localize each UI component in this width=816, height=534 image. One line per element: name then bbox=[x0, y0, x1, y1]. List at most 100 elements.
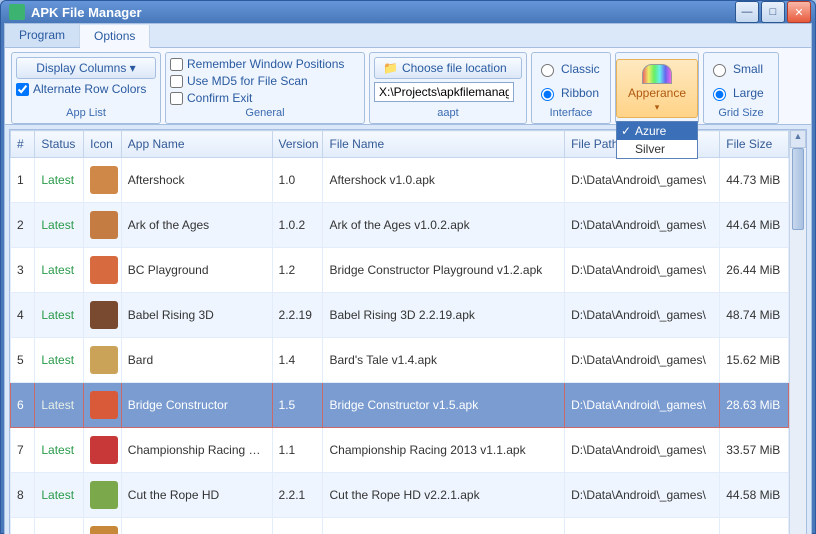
scroll-up-button[interactable]: ▲ bbox=[790, 130, 806, 148]
app-icon bbox=[90, 346, 118, 374]
interface-ribbon-input[interactable] bbox=[541, 88, 554, 101]
scroll-thumb[interactable] bbox=[792, 148, 804, 230]
col-header-version[interactable]: Version bbox=[272, 131, 323, 158]
use-md5-input[interactable] bbox=[170, 75, 183, 88]
cell-appname: Ark of the Ages bbox=[121, 203, 272, 248]
appearance-dropdown: Azure Silver bbox=[616, 121, 698, 159]
cell-version: 2.2.1 bbox=[272, 473, 323, 518]
alternate-row-colors-checkbox[interactable]: Alternate Row Colors bbox=[16, 82, 156, 96]
cell-appname: Cut the Rope HD bbox=[121, 473, 272, 518]
cell-filename: Babel Rising 3D 2.2.19.apk bbox=[323, 293, 565, 338]
use-md5-label: Use MD5 for File Scan bbox=[187, 74, 308, 88]
app-icon bbox=[90, 256, 118, 284]
cell-status: Latest bbox=[35, 338, 84, 383]
table-row[interactable]: 8LatestCut the Rope HD2.2.1Cut the Rope … bbox=[11, 473, 789, 518]
cell-icon bbox=[84, 383, 122, 428]
vertical-scrollbar[interactable]: ▲ ▼ bbox=[789, 130, 806, 534]
cell-filesize: 44.73 MiB bbox=[720, 158, 789, 203]
aapt-path-input[interactable] bbox=[374, 82, 514, 102]
col-header-appname[interactable]: App Name bbox=[121, 131, 272, 158]
display-columns-label: Display Columns bbox=[36, 61, 126, 75]
cell-filepath: D:\Data\Android\_games\ bbox=[565, 473, 720, 518]
use-md5-checkbox[interactable]: Use MD5 for File Scan bbox=[170, 74, 360, 88]
minimize-button[interactable]: — bbox=[735, 1, 759, 23]
table-row[interactable]: 7LatestChampionship Racing 20131.1Champi… bbox=[11, 428, 789, 473]
appearance-button[interactable]: Apperance ▾ bbox=[616, 59, 698, 118]
cell-appname: Championship Racing 2013 bbox=[121, 428, 272, 473]
maximize-button[interactable]: □ bbox=[761, 1, 785, 23]
titlebar[interactable]: APK File Manager — □ ✕ bbox=[1, 1, 815, 23]
cell-version: 2.2.19 bbox=[272, 293, 323, 338]
app-icon bbox=[90, 391, 118, 419]
interface-ribbon-label: Ribbon bbox=[561, 86, 599, 100]
gridsize-small-radio[interactable]: Small bbox=[708, 61, 774, 77]
col-header-filename[interactable]: File Name bbox=[323, 131, 565, 158]
col-header-filesize[interactable]: File Size bbox=[720, 131, 789, 158]
group-label-applist: App List bbox=[16, 105, 156, 119]
confirm-exit-input[interactable] bbox=[170, 92, 183, 105]
cell-num: 1 bbox=[11, 158, 35, 203]
close-button[interactable]: ✕ bbox=[787, 1, 811, 23]
cell-num: 7 bbox=[11, 428, 35, 473]
gridsize-large-input[interactable] bbox=[713, 88, 726, 101]
cell-appname: BC Playground bbox=[121, 248, 272, 293]
interface-ribbon-radio[interactable]: Ribbon bbox=[536, 85, 606, 101]
table-row[interactable]: 6LatestBridge Constructor1.5Bridge Const… bbox=[11, 383, 789, 428]
cell-icon bbox=[84, 293, 122, 338]
table-row[interactable]: 9LatestDust Gold1.0.0Dust Offroad Racing… bbox=[11, 518, 789, 534]
cell-status: Latest bbox=[35, 203, 84, 248]
interface-classic-radio[interactable]: Classic bbox=[536, 61, 606, 77]
cell-version: 1.0.2 bbox=[272, 203, 323, 248]
table-row[interactable]: 2LatestArk of the Ages1.0.2Ark of the Ag… bbox=[11, 203, 789, 248]
gridsize-small-label: Small bbox=[733, 62, 763, 76]
table-row[interactable]: 4LatestBabel Rising 3D2.2.19Babel Rising… bbox=[11, 293, 789, 338]
cell-appname: Dust Gold bbox=[121, 518, 272, 534]
appearance-option-silver[interactable]: Silver bbox=[617, 140, 697, 158]
cell-status: Latest bbox=[35, 428, 84, 473]
cell-filename: Ark of the Ages v1.0.2.apk bbox=[323, 203, 565, 248]
cell-icon bbox=[84, 158, 122, 203]
gridsize-small-input[interactable] bbox=[713, 64, 726, 77]
cell-filepath: D:\Data\Android\_games\ bbox=[565, 158, 720, 203]
table-row[interactable]: 3LatestBC Playground1.2Bridge Constructo… bbox=[11, 248, 789, 293]
col-header-icon[interactable]: Icon bbox=[84, 131, 122, 158]
cell-icon bbox=[84, 248, 122, 293]
cell-version: 1.0 bbox=[272, 158, 323, 203]
ribbon-group-applist: Display Columns ▾ Alternate Row Colors A… bbox=[11, 52, 161, 124]
cell-num: 5 bbox=[11, 338, 35, 383]
remember-positions-input[interactable] bbox=[170, 58, 183, 71]
group-label-gridsize: Grid Size bbox=[708, 105, 774, 119]
cell-filepath: D:\Data\Android\_games\ bbox=[565, 293, 720, 338]
interface-classic-label: Classic bbox=[561, 62, 600, 76]
cell-version: 1.1 bbox=[272, 428, 323, 473]
cell-filename: Aftershock v1.0.apk bbox=[323, 158, 565, 203]
cell-filesize: 44.64 MiB bbox=[720, 203, 789, 248]
cell-filepath: D:\Data\Android\_games\ bbox=[565, 338, 720, 383]
col-header-status[interactable]: Status bbox=[35, 131, 84, 158]
interface-classic-input[interactable] bbox=[541, 64, 554, 77]
cell-num: 6 bbox=[11, 383, 35, 428]
palette-icon bbox=[642, 64, 672, 84]
gridsize-large-radio[interactable]: Large bbox=[708, 85, 774, 101]
choose-file-button[interactable]: 📁 Choose file location bbox=[374, 57, 522, 79]
tab-program[interactable]: Program bbox=[5, 24, 80, 47]
app-icon bbox=[90, 436, 118, 464]
cell-num: 9 bbox=[11, 518, 35, 534]
table-row[interactable]: 5LatestBard1.4Bard's Tale v1.4.apkD:\Dat… bbox=[11, 338, 789, 383]
cell-filename: Bridge Constructor v1.5.apk bbox=[323, 383, 565, 428]
col-header-num[interactable]: # bbox=[11, 131, 35, 158]
cell-num: 3 bbox=[11, 248, 35, 293]
alternate-row-colors-input[interactable] bbox=[16, 83, 29, 96]
cell-status: Latest bbox=[35, 473, 84, 518]
appearance-option-azure[interactable]: Azure bbox=[617, 122, 697, 140]
confirm-exit-checkbox[interactable]: Confirm Exit bbox=[170, 91, 360, 105]
app-window: APK File Manager — □ ✕ Program Options D… bbox=[0, 0, 816, 534]
display-columns-button[interactable]: Display Columns ▾ bbox=[16, 57, 156, 79]
tab-options[interactable]: Options bbox=[80, 25, 150, 48]
remember-positions-checkbox[interactable]: Remember Window Positions bbox=[170, 57, 360, 71]
table-row[interactable]: 1LatestAftershock1.0Aftershock v1.0.apkD… bbox=[11, 158, 789, 203]
group-label-general: General bbox=[170, 105, 360, 119]
cell-filepath: D:\Data\Android\_games\ bbox=[565, 383, 720, 428]
cell-icon bbox=[84, 518, 122, 534]
ribbon-group-aapt: 📁 Choose file location aapt bbox=[369, 52, 527, 124]
